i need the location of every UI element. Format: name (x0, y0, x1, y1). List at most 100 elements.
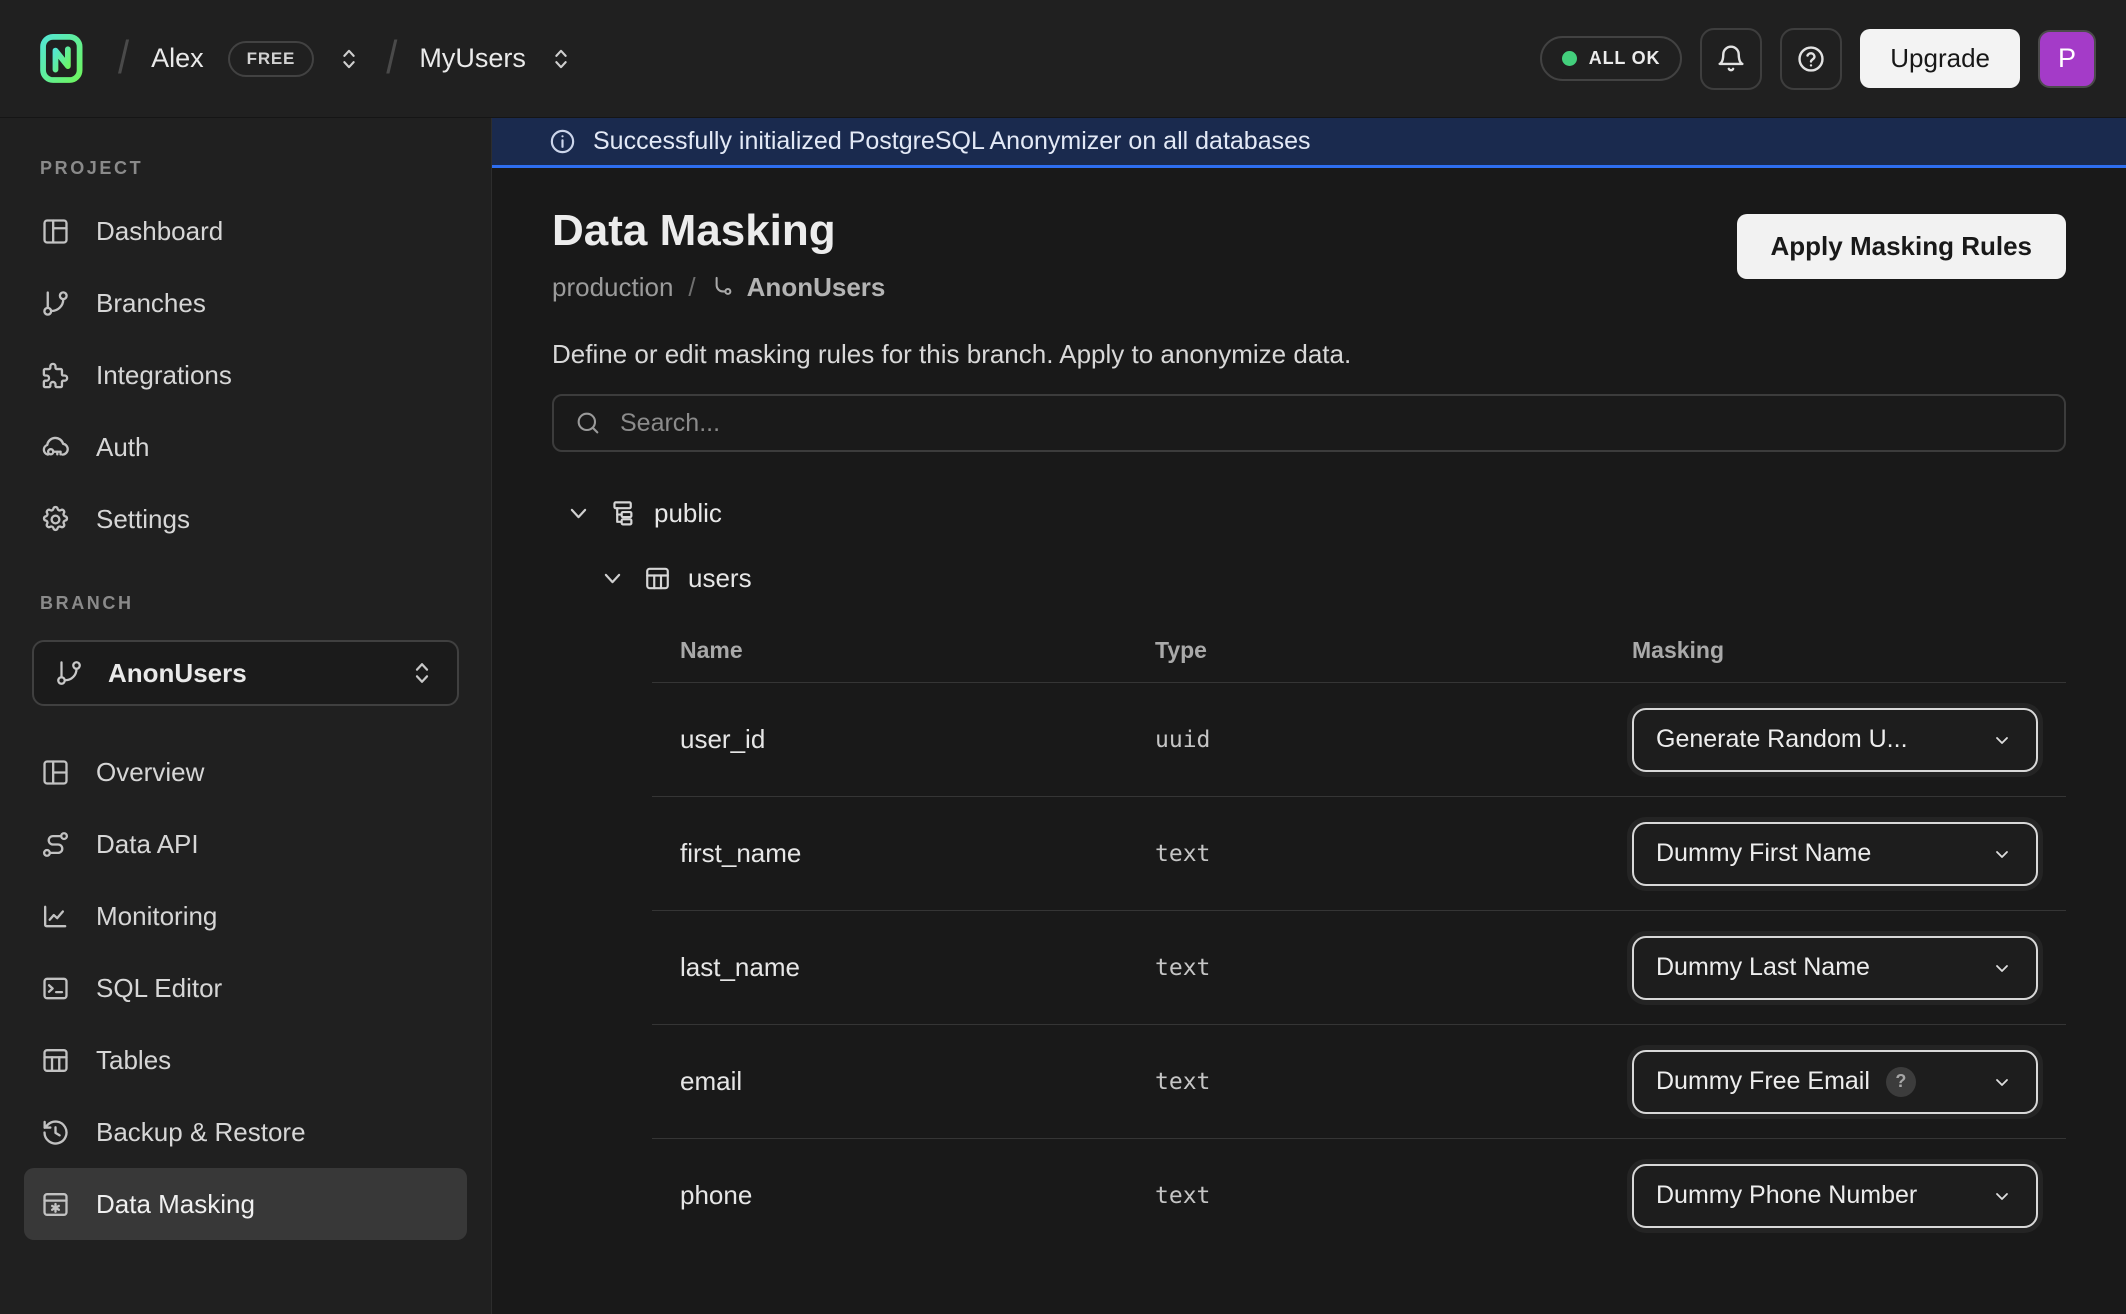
schema-name: public (654, 498, 722, 529)
neon-logo[interactable] (30, 26, 96, 92)
sidebar-section-project: PROJECT (24, 146, 467, 195)
breadcrumb-current-label: AnonUsers (747, 272, 886, 303)
user-avatar[interactable]: P (2038, 30, 2096, 88)
sidebar-item-label: Auth (96, 432, 150, 463)
sidebar-item-auth[interactable]: Auth (24, 411, 467, 483)
project-name[interactable]: MyUsers (419, 43, 526, 74)
main-content: Successfully initialized PostgreSQL Anon… (492, 118, 2126, 1314)
tree-node-schema[interactable]: public (552, 498, 2066, 529)
column-type: text (1127, 1069, 1604, 1095)
puzzle-icon (40, 360, 71, 391)
table-row: first_name text Dummy First Name (652, 796, 2066, 910)
gear-icon (40, 504, 71, 535)
masking-rule-value: Dummy Free Email (1656, 1067, 1870, 1096)
sidebar-item-label: Data Masking (96, 1189, 255, 1220)
table-icon (40, 1045, 71, 1076)
sidebar-item-monitoring[interactable]: Monitoring (24, 880, 467, 952)
branch-selector-chevrons-icon (407, 658, 437, 688)
upgrade-button[interactable]: Upgrade (1860, 29, 2020, 88)
breadcrumb-current: AnonUsers (711, 272, 886, 303)
success-banner: Successfully initialized PostgreSQL Anon… (492, 118, 2126, 168)
sidebar-item-branches[interactable]: Branches (24, 267, 467, 339)
help-badge[interactable]: ? (1886, 1067, 1916, 1097)
sidebar-item-label: Overview (96, 757, 204, 788)
sidebar-item-label: SQL Editor (96, 973, 222, 1004)
top-bar: / Alex FREE / MyUsers ALL OK Upgrade P (0, 0, 2126, 118)
terminal-window-icon (40, 973, 71, 1004)
history-clock-icon (40, 1117, 71, 1148)
sidebar-item-dashboard[interactable]: Dashboard (24, 195, 467, 267)
route-icon (40, 829, 71, 860)
help-button[interactable] (1780, 28, 1842, 90)
sidebar-item-tables[interactable]: Tables (24, 1024, 467, 1096)
branch-selector[interactable]: AnonUsers (32, 640, 459, 706)
masking-rule-select[interactable]: Dummy First Name (1632, 822, 2038, 886)
chevron-down-icon (1990, 728, 2014, 752)
sidebar-item-label: Data API (96, 829, 199, 860)
sidebar-item-backup-restore[interactable]: Backup & Restore (24, 1096, 467, 1168)
sidebar-item-data-masking[interactable]: Data Masking (24, 1168, 467, 1240)
column-name: phone (652, 1180, 1127, 1211)
masking-rule-select[interactable]: Dummy Phone Number (1632, 1164, 2038, 1228)
table-row: phone text Dummy Phone Number (652, 1138, 2066, 1252)
status-pill[interactable]: ALL OK (1540, 36, 1682, 81)
sidebar-item-data-api[interactable]: Data API (24, 808, 467, 880)
mask-window-icon (40, 1189, 71, 1220)
sidebar-item-settings[interactable]: Settings (24, 483, 467, 555)
chevron-down-icon (598, 564, 627, 593)
column-name: email (652, 1066, 1127, 1097)
masking-rule-value: Generate Random U... (1656, 725, 1908, 754)
table-row: user_id uuid Generate Random U... (652, 682, 2066, 796)
git-branch-icon (40, 288, 71, 319)
org-switcher-chevrons-icon[interactable] (334, 44, 364, 74)
project-switcher-chevrons-icon[interactable] (546, 44, 576, 74)
sidebar-item-label: Backup & Restore (96, 1117, 306, 1148)
apply-masking-rules-button[interactable]: Apply Masking Rules (1737, 214, 2067, 279)
org-name[interactable]: Alex (151, 43, 204, 74)
question-circle-icon (1795, 43, 1827, 75)
plan-badge: FREE (228, 41, 315, 77)
sidebar-item-label: Tables (96, 1045, 171, 1076)
search-input[interactable] (618, 408, 2044, 439)
header-divider-slash: / (116, 33, 131, 85)
chevron-down-icon (1990, 842, 2014, 866)
column-type: text (1127, 1183, 1604, 1209)
banner-message: Successfully initialized PostgreSQL Anon… (593, 127, 1311, 156)
table-row: email text Dummy Free Email ? (652, 1024, 2066, 1138)
tree-node-table[interactable]: users (552, 563, 2066, 594)
table-row: last_name text Dummy Last Name (652, 910, 2066, 1024)
sidebar: PROJECT Dashboard Branches Integrations … (0, 118, 492, 1314)
status-dot (1562, 51, 1577, 66)
header-name: Name (652, 637, 1127, 664)
sidebar-item-integrations[interactable]: Integrations (24, 339, 467, 411)
notifications-button[interactable] (1700, 28, 1762, 90)
header-divider-slash: / (384, 33, 399, 85)
search-box (552, 394, 2066, 452)
columns-table: Name Type Masking user_id uuid Generate … (652, 618, 2066, 1252)
info-icon (548, 127, 577, 156)
sidebar-item-overview[interactable]: Overview (24, 736, 467, 808)
page-title: Data Masking (552, 206, 885, 256)
table-header-row: Name Type Masking (652, 618, 2066, 682)
breadcrumb-parent[interactable]: production (552, 272, 673, 303)
topbar-actions: ALL OK Upgrade P (1540, 28, 2096, 90)
chevron-down-icon (564, 499, 593, 528)
column-name: first_name (652, 838, 1127, 869)
breadcrumb-separator: / (688, 272, 695, 303)
page-description: Define or edit masking rules for this br… (552, 339, 2066, 370)
branch-selector-value: AnonUsers (108, 658, 247, 689)
column-name: user_id (652, 724, 1127, 755)
column-name: last_name (652, 952, 1127, 983)
masking-rule-select[interactable]: Dummy Last Name (1632, 936, 2038, 1000)
sidebar-item-label: Branches (96, 288, 206, 319)
column-type: text (1127, 841, 1604, 867)
masking-rule-select[interactable]: Dummy Free Email ? (1632, 1050, 2038, 1114)
git-branch-icon (54, 658, 84, 688)
sidebar-item-sql-editor[interactable]: SQL Editor (24, 952, 467, 1024)
sidebar-section-branch: BRANCH (24, 581, 467, 630)
table-name: users (688, 563, 752, 594)
masking-rule-select[interactable]: Generate Random U... (1632, 708, 2038, 772)
header-masking: Masking (1604, 637, 2066, 664)
chevron-down-icon (1990, 956, 2014, 980)
masking-rule-value: Dummy Phone Number (1656, 1181, 1917, 1210)
